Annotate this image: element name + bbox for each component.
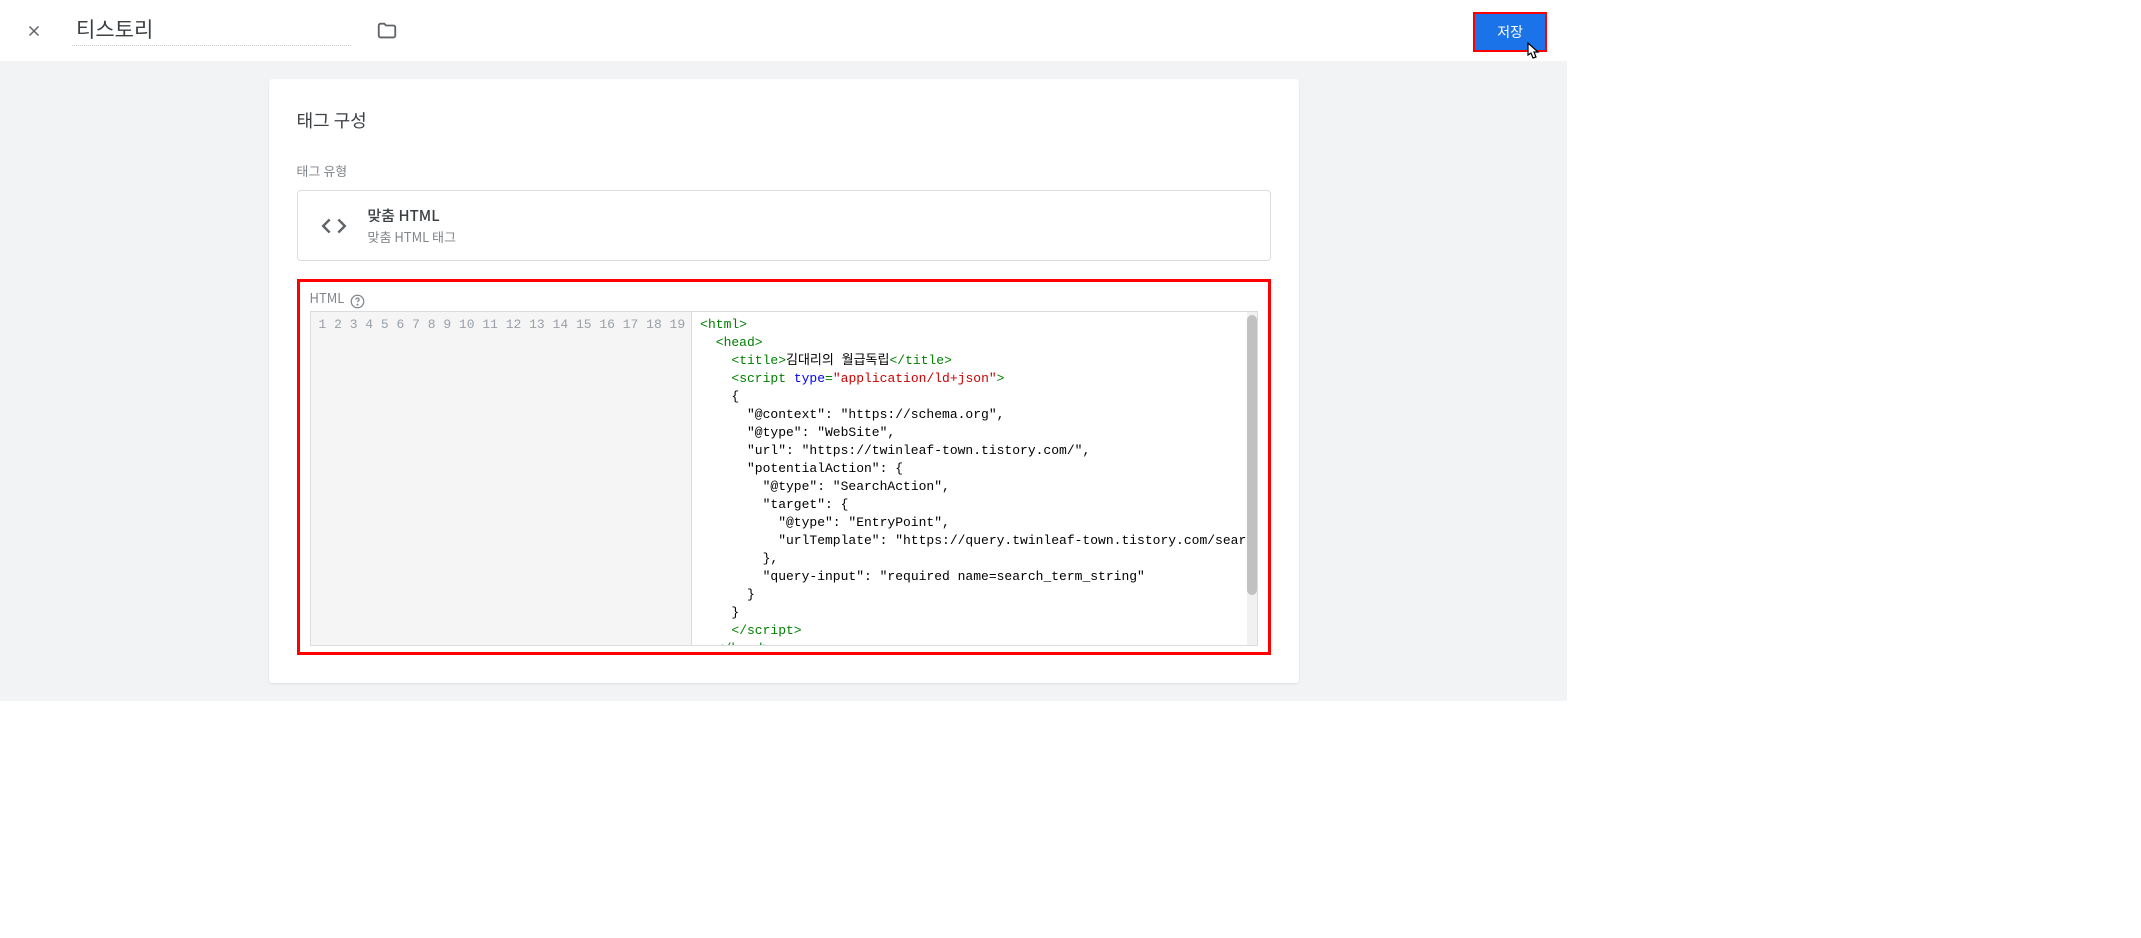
tag-config-card: 태그 구성 태그 유형 맞춤 HTML 맞춤 HTML 태그 HTML — [269, 79, 1299, 683]
main-content-area: 태그 구성 태그 유형 맞춤 HTML 맞춤 HTML 태그 HTML — [0, 61, 1567, 701]
tag-type-selector[interactable]: 맞춤 HTML 맞춤 HTML 태그 — [297, 190, 1271, 261]
section-title: 태그 구성 — [297, 107, 1271, 133]
html-code-editor[interactable]: 1 2 3 4 5 6 7 8 9 10 11 12 13 14 15 16 1… — [310, 311, 1258, 646]
html-editor-highlight: HTML 1 2 3 4 5 6 7 8 9 10 11 12 13 14 15… — [297, 279, 1271, 655]
tag-type-name: 맞춤 HTML — [368, 205, 457, 226]
header-bar: 저장 — [0, 0, 1567, 61]
tag-name-input[interactable] — [72, 15, 351, 46]
close-button[interactable] — [20, 17, 48, 45]
help-icon[interactable] — [350, 290, 366, 306]
code-icon — [316, 208, 352, 244]
html-label-row: HTML — [310, 288, 1258, 307]
cursor-pointer-icon — [1521, 40, 1545, 72]
folder-button[interactable] — [376, 20, 398, 42]
close-icon — [25, 22, 43, 40]
code-gutter: 1 2 3 4 5 6 7 8 9 10 11 12 13 14 15 16 1… — [311, 312, 693, 645]
tag-type-label: 태그 유형 — [297, 161, 1271, 180]
editor-scrollbar[interactable] — [1247, 312, 1257, 645]
folder-icon — [376, 20, 398, 42]
tag-type-description: 맞춤 HTML 태그 — [368, 227, 457, 246]
scrollbar-thumb[interactable] — [1247, 315, 1257, 595]
html-field-label: HTML — [310, 288, 345, 307]
code-content[interactable]: <html> <head> <title>김대리의 월급독립</title> <… — [692, 312, 1246, 645]
